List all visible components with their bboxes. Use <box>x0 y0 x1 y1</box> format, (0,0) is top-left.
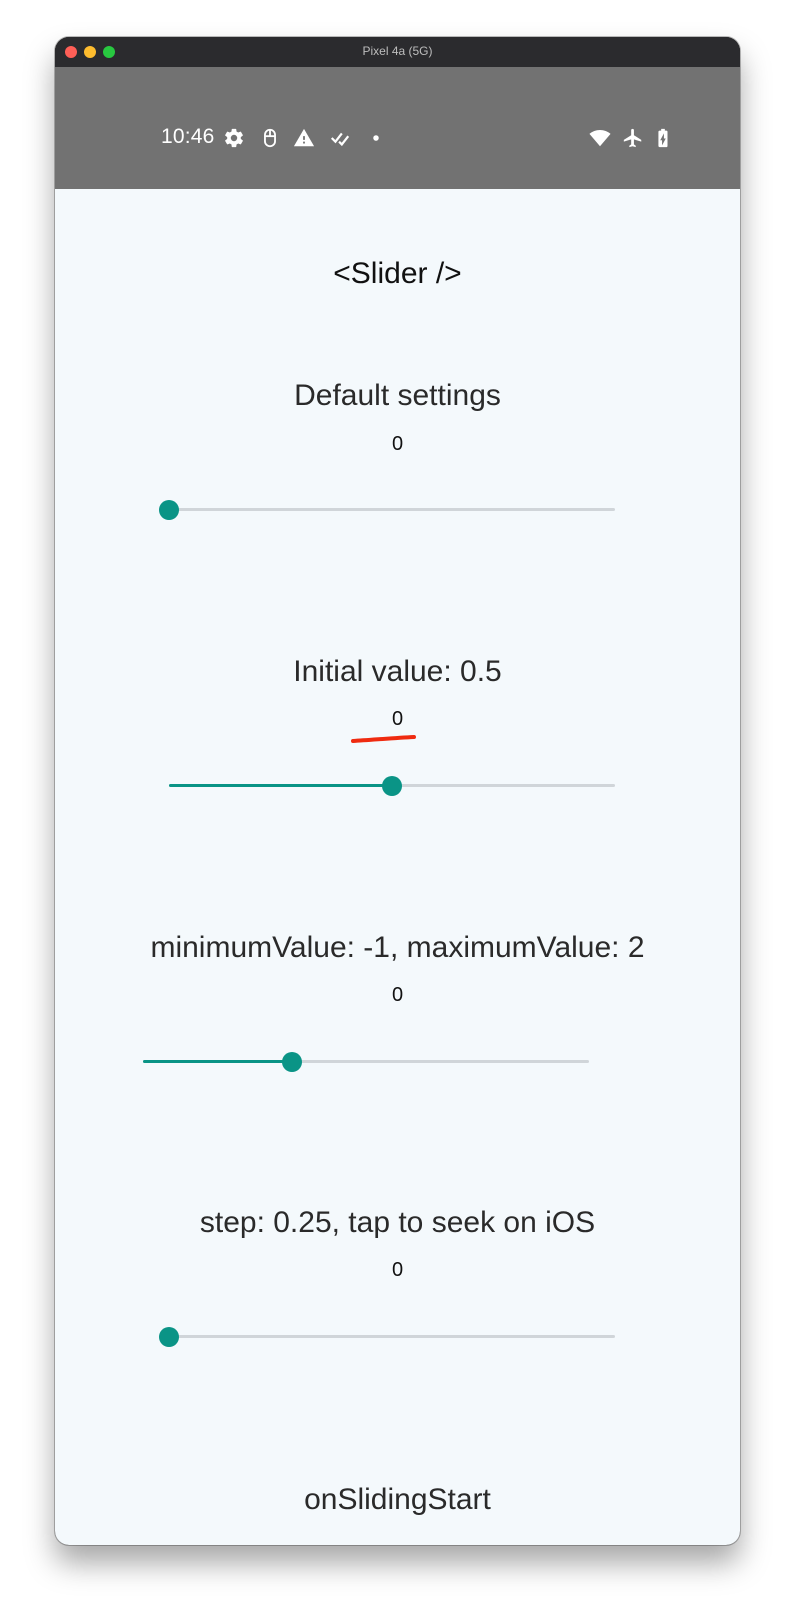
slider-fill <box>169 784 392 787</box>
slider-value-text: 0 <box>391 1259 404 1281</box>
section-title: minimumValue: -1, maximumValue: 2 <box>150 931 645 964</box>
slider-track[interactable] <box>169 1335 615 1338</box>
slider[interactable] <box>159 499 615 521</box>
slider[interactable] <box>143 1051 589 1073</box>
section-title: Default settings <box>294 379 501 412</box>
section-title: onSlidingStart <box>304 1483 491 1516</box>
slider[interactable] <box>169 775 615 797</box>
red-underline-annotation <box>351 735 416 743</box>
slider[interactable] <box>159 1326 615 1348</box>
gear-icon <box>223 127 245 149</box>
slider-thumb[interactable] <box>382 776 402 796</box>
app-screen: <Slider /> Default settings 0 Initial va… <box>55 189 740 1545</box>
slider-fill <box>143 1060 292 1063</box>
airplane-mode-icon <box>622 127 644 149</box>
slider-value-text: 0 <box>391 433 404 455</box>
window-title: Pixel 4a (5G) <box>362 44 433 58</box>
slider-track[interactable] <box>169 508 615 511</box>
section-title: step: 0.25, tap to seek on iOS <box>199 1206 596 1239</box>
slider-value-text: 0 <box>391 708 404 730</box>
slider-thumb[interactable] <box>159 500 179 520</box>
mouse-icon <box>259 127 281 149</box>
emulator-window: Pixel 4a (5G) 10:46 <Slider /> Default s… <box>55 37 740 1545</box>
notification-dot-icon <box>365 127 387 149</box>
status-time: 10:46 <box>161 125 215 148</box>
page-title: <Slider /> <box>333 257 462 290</box>
checklist-icon <box>329 127 351 149</box>
slider-thumb[interactable] <box>281 1052 302 1072</box>
android-status-bar: 10:46 <box>55 67 740 189</box>
window-titlebar: Pixel 4a (5G) <box>55 37 740 67</box>
battery-charging-icon <box>652 127 674 149</box>
wifi-icon <box>589 127 611 149</box>
slider-thumb[interactable] <box>159 1327 179 1347</box>
slider-value-text: 0 <box>391 984 404 1006</box>
section-title: Initial value: 0.5 <box>293 655 502 688</box>
warning-icon <box>293 127 315 149</box>
